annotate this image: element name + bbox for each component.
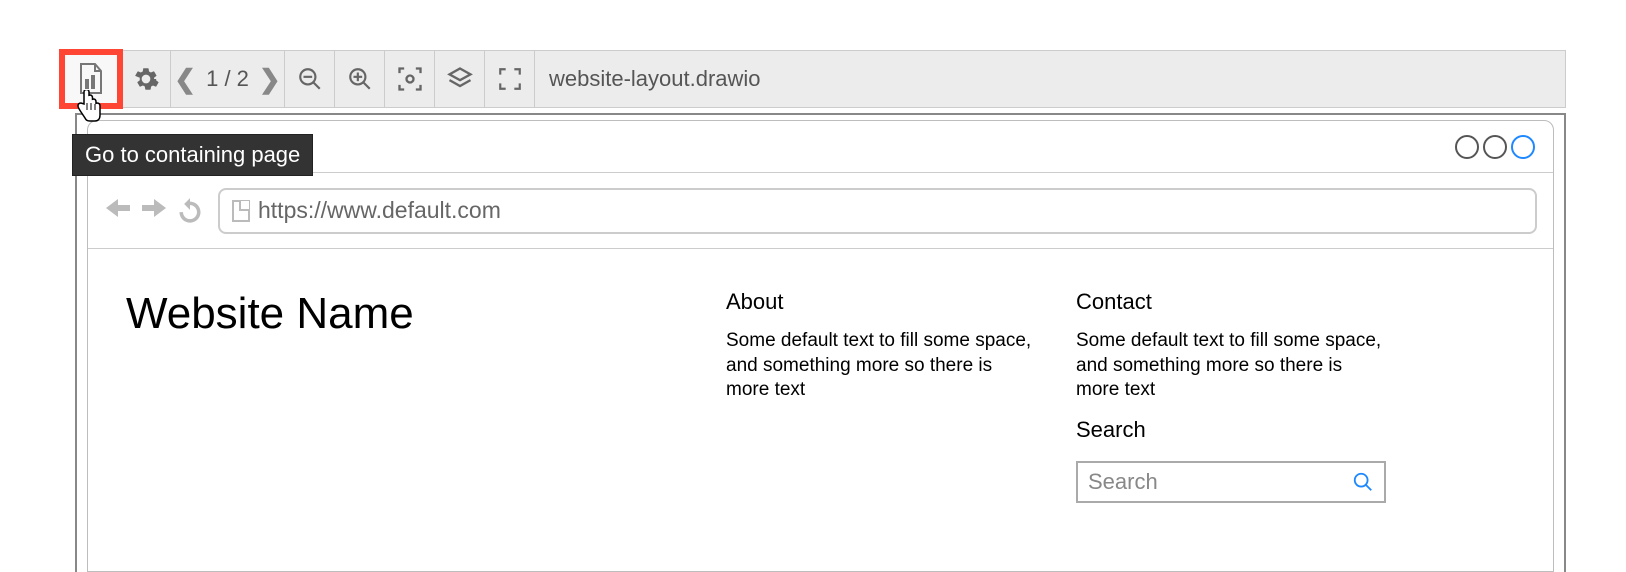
- reload-icon: [176, 197, 204, 225]
- back-icon: [104, 194, 132, 228]
- gear-icon: [133, 66, 159, 92]
- window-control-icon: [1511, 135, 1535, 159]
- zoom-out-icon: [297, 66, 323, 92]
- window-control-icon: [1483, 135, 1507, 159]
- settings-button[interactable]: [121, 51, 171, 107]
- page-icon: [232, 200, 250, 222]
- search-placeholder: Search: [1088, 469, 1158, 495]
- fit-page-button[interactable]: [385, 51, 435, 107]
- prev-page-button[interactable]: ❮: [174, 64, 196, 95]
- about-heading: About: [726, 289, 1036, 315]
- filename: website-layout.drawio: [535, 66, 761, 92]
- browser-navbar: https://www.default.com: [88, 173, 1553, 249]
- search-input: Search: [1076, 461, 1386, 503]
- search-heading: Search: [1076, 417, 1386, 443]
- go-to-containing-page-button[interactable]: [61, 51, 121, 107]
- about-column: About Some default text to fill some spa…: [726, 289, 1036, 503]
- zoom-in-button[interactable]: [335, 51, 385, 107]
- fullscreen-button[interactable]: [485, 51, 535, 107]
- fit-page-icon: [396, 65, 424, 93]
- window-control-icon: [1455, 135, 1479, 159]
- forward-icon: [140, 194, 168, 228]
- browser-mockup: https://www.default.com Website Name Abo…: [87, 120, 1554, 572]
- search-icon: [1352, 471, 1374, 493]
- contact-heading: Contact: [1076, 289, 1386, 315]
- tooltip: Go to containing page: [72, 134, 313, 176]
- fullscreen-icon: [497, 66, 523, 92]
- contact-column: Contact Some default text to fill some s…: [1076, 289, 1386, 503]
- layers-icon: [446, 65, 474, 93]
- address-bar: https://www.default.com: [218, 188, 1537, 234]
- contact-body: Some default text to fill some space, an…: [1076, 329, 1386, 403]
- mock-page-content: Website Name About Some default text to …: [88, 249, 1553, 543]
- about-body: Some default text to fill some space, an…: [726, 329, 1036, 403]
- site-title: Website Name: [126, 289, 686, 503]
- zoom-in-icon: [347, 66, 373, 92]
- viewer-toolbar: ❮ 1 / 2 ❯ website-layout.drawio: [60, 50, 1566, 108]
- address-url: https://www.default.com: [258, 197, 501, 224]
- page-indicator: ❮ 1 / 2 ❯: [171, 51, 285, 107]
- diagram-canvas[interactable]: https://www.default.com Website Name Abo…: [75, 113, 1566, 572]
- layers-button[interactable]: [435, 51, 485, 107]
- next-page-button[interactable]: ❯: [259, 64, 281, 95]
- zoom-out-button[interactable]: [285, 51, 335, 107]
- document-icon: [78, 63, 104, 95]
- page-count: 1 / 2: [206, 66, 249, 92]
